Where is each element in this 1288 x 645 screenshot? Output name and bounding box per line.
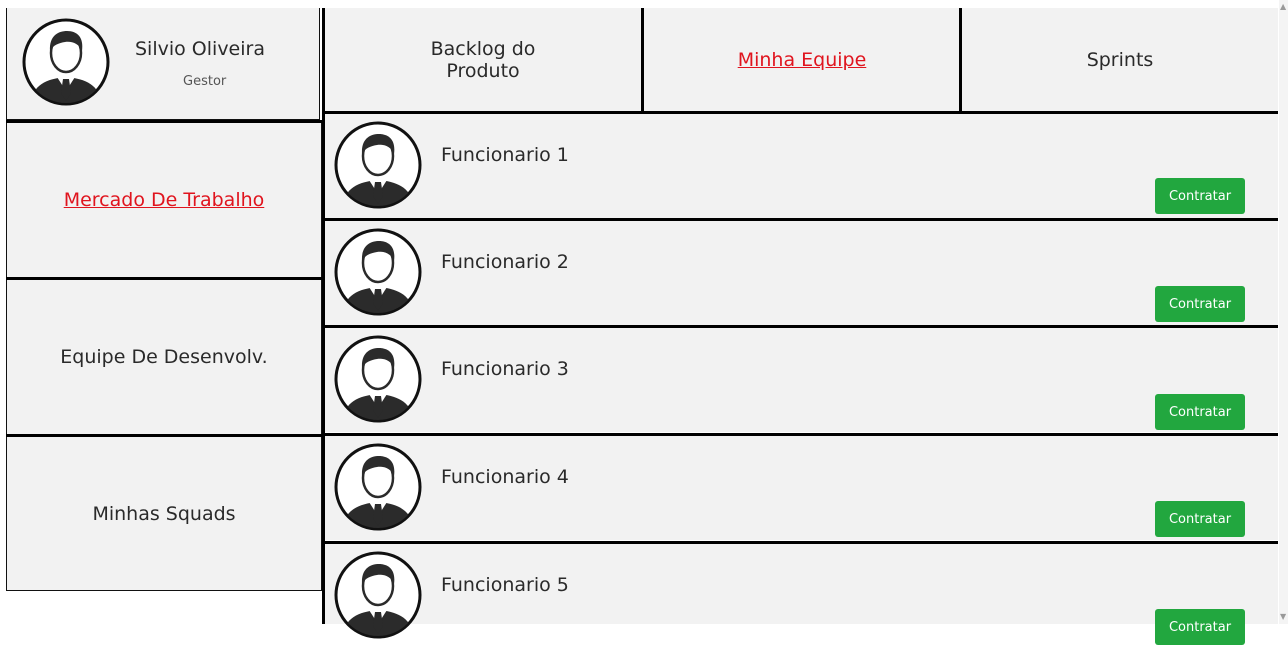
hire-button[interactable]: Contratar: [1155, 501, 1245, 537]
profile-role: Gestor: [183, 74, 227, 89]
profile-name: Silvio Oliveira: [135, 38, 265, 60]
scroll-up-icon[interactable]: ▲: [1280, 2, 1286, 11]
hire-button[interactable]: Contratar: [1155, 286, 1245, 322]
employee-name: Funcionario 1: [441, 144, 569, 166]
sidebar-item-minhas-squads[interactable]: Minhas Squads: [6, 437, 322, 591]
list-item: Funcionario 5 Contratar: [325, 544, 1278, 645]
tab-sprints[interactable]: Sprints: [962, 8, 1278, 112]
employee-name: Funcionario 5: [441, 574, 569, 596]
divider: [959, 8, 962, 112]
person-avatar-icon: [333, 120, 423, 210]
tab-label: Sprints: [1086, 49, 1154, 71]
employee-name: Funcionario 4: [441, 466, 569, 488]
sidebar-item-label: Equipe De Desenvolv.: [60, 346, 268, 368]
hire-button[interactable]: Contratar: [1155, 178, 1245, 214]
list-item: Funcionario 1 Contratar: [325, 114, 1278, 218]
hire-button[interactable]: Contratar: [1155, 394, 1245, 430]
hire-button[interactable]: Contratar: [1155, 609, 1245, 645]
list-item: Funcionario 4 Contratar: [325, 436, 1278, 540]
tab-backlog-do-produto[interactable]: Backlog do Produto: [325, 8, 641, 112]
top-nav: Backlog do Produto Minha Equipe Sprints: [322, 8, 1278, 112]
tab-label: Minha Equipe: [737, 49, 867, 71]
profile-card: Silvio Oliveira Gestor: [6, 8, 320, 120]
person-avatar-icon: [333, 227, 423, 317]
tab-label: Backlog do Produto: [430, 38, 536, 82]
list-item: Funcionario 2 Contratar: [325, 221, 1278, 325]
scroll-down-icon[interactable]: ▼: [1280, 612, 1286, 621]
person-avatar-icon: [21, 17, 111, 107]
sidebar-item-mercado-de-trabalho[interactable]: Mercado De Trabalho: [6, 123, 322, 277]
sidebar-item-equipe-de-desenvolv[interactable]: Equipe De Desenvolv.: [6, 280, 322, 434]
sidebar-item-label: Minhas Squads: [92, 502, 236, 525]
divider: [641, 8, 644, 112]
scrollbar[interactable]: ▲ ▼: [1279, 0, 1288, 624]
list-item: Funcionario 3 Contratar: [325, 328, 1278, 432]
employee-name: Funcionario 3: [441, 358, 569, 380]
person-avatar-icon: [333, 442, 423, 532]
tab-minha-equipe[interactable]: Minha Equipe: [644, 8, 960, 112]
employee-name: Funcionario 2: [441, 251, 569, 273]
sidebar-item-label: Mercado De Trabalho: [63, 189, 265, 211]
person-avatar-icon: [333, 334, 423, 424]
person-avatar-icon: [333, 550, 423, 640]
